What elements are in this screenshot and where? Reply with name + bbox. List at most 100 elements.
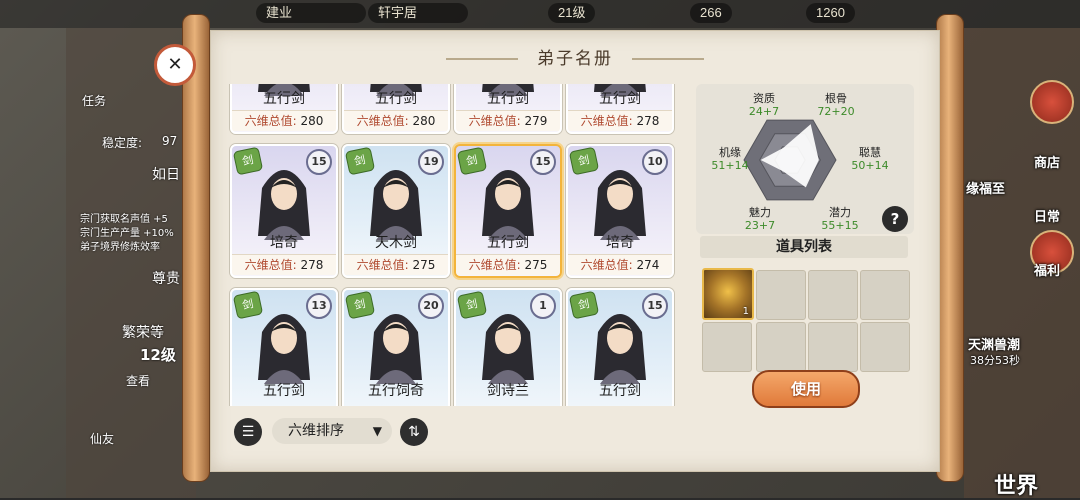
sect-desc-3: 弟子境界修炼效率 bbox=[80, 242, 160, 253]
stat-value-aptitude: 24+7 bbox=[749, 105, 779, 118]
sum-label: 六维总值: bbox=[244, 114, 297, 128]
item-count: 1 bbox=[742, 306, 749, 317]
disciple-portrait bbox=[258, 314, 310, 384]
item-slot-3[interactable] bbox=[808, 270, 858, 320]
disciple-portrait bbox=[594, 314, 646, 384]
disciple-level: 15 bbox=[306, 149, 332, 175]
sort-label: 六维排序 bbox=[288, 423, 344, 439]
use-button[interactable]: 使用 bbox=[752, 370, 860, 408]
disciple-card[interactable]: 剑 15 五行剑 bbox=[566, 288, 674, 406]
event-name[interactable]: 天渊兽潮 bbox=[968, 334, 1020, 353]
swap-order-icon[interactable]: ⇅ bbox=[400, 418, 428, 446]
disciple-name: 五行剑 bbox=[599, 91, 641, 107]
sum-label: 六维总值: bbox=[580, 258, 633, 272]
currency-b-chip: 1260 bbox=[806, 3, 855, 23]
disciple-card[interactable]: 剑 19 天木剑 六维总值: 275 bbox=[342, 144, 450, 278]
disciple-name: 五行饲奇 bbox=[368, 383, 424, 399]
stat-value-wisdom: 50+14 bbox=[851, 159, 888, 172]
task-label[interactable]: 任务 bbox=[82, 92, 106, 109]
item-slot-8[interactable] bbox=[860, 322, 910, 372]
honor-label: 尊贵 bbox=[152, 271, 180, 287]
disciple-portrait bbox=[258, 170, 310, 240]
radar-chart: 资质24+7 根骨72+20 聪慧50+14 潜力55+15 魅力23+7 机缘51+14 bbox=[711, 91, 888, 232]
sum-value: 280 bbox=[408, 114, 436, 128]
item-slot-5[interactable] bbox=[702, 322, 752, 372]
item-slot-4[interactable] bbox=[860, 270, 910, 320]
stat-label-wisdom: 聪慧 bbox=[859, 145, 881, 159]
item-slot-2[interactable] bbox=[756, 270, 806, 320]
disciple-name: 五行剑 bbox=[263, 383, 305, 399]
welfare-label[interactable]: 福利 bbox=[1034, 260, 1060, 279]
help-icon[interactable]: ? bbox=[882, 206, 908, 232]
sum-value: 278 bbox=[296, 258, 324, 272]
disciple-card[interactable]: 剑 1 剑诗兰 bbox=[454, 288, 562, 406]
list-toolbar: ☰ 六维排序 ▼ ⇅ bbox=[230, 416, 690, 448]
view-label[interactable]: 查看 bbox=[126, 372, 150, 389]
disciple-card[interactable]: 五行剑 六维总值: 280 bbox=[342, 84, 450, 134]
disciple-name: 五行剑 bbox=[487, 235, 529, 251]
panel-title: 弟子名册 bbox=[537, 49, 613, 69]
disciple-six-stat-sum: 六维总值: 280 bbox=[344, 110, 448, 131]
disciple-portrait bbox=[370, 170, 422, 240]
item-slot-1[interactable]: 1 bbox=[702, 268, 754, 320]
disciple-six-stat-sum: 六维总值: 275 bbox=[456, 254, 560, 275]
disciple-six-stat-sum: 六维总值: 278 bbox=[232, 254, 336, 275]
residence-chip[interactable]: 轩宇居 bbox=[368, 3, 468, 23]
sum-label: 六维总值: bbox=[244, 258, 297, 272]
disciple-card[interactable]: 剑 20 五行饲奇 bbox=[342, 288, 450, 406]
disciple-card[interactable]: 剑 10 培奇 六维总值: 274 bbox=[566, 144, 674, 278]
scroll-rod-right bbox=[936, 14, 964, 482]
close-icon[interactable]: ✕ bbox=[154, 44, 196, 86]
world-label[interactable]: 世界 bbox=[994, 468, 1038, 500]
item-slot-7[interactable] bbox=[808, 322, 858, 372]
disciple-card[interactable]: 五行剑 六维总值: 278 bbox=[566, 84, 674, 134]
list-filter-icon[interactable]: ☰ bbox=[234, 418, 262, 446]
stats-radar-panel: 资质 24+7 根骨 72+20 聪慧 50+14 潜力 55+15 魅力 23+7 机缘 51+14 bbox=[696, 84, 914, 234]
disciple-level: 19 bbox=[418, 149, 444, 175]
sum-value: 280 bbox=[296, 114, 324, 128]
disciple-six-stat-sum: 六维总值: 279 bbox=[456, 110, 560, 131]
daily-label[interactable]: 日常 bbox=[1034, 206, 1060, 225]
shop-icon[interactable] bbox=[1030, 80, 1074, 124]
disciple-six-stat-sum: 六维总值: 275 bbox=[344, 254, 448, 275]
sect-desc-2: 宗门生产产量 +10% bbox=[80, 228, 174, 239]
sort-dropdown[interactable]: 六维排序 ▼ bbox=[272, 418, 392, 444]
disciple-card[interactable]: 五行剑 六维总值: 280 bbox=[230, 84, 338, 134]
sect-desc-1: 宗门获取名声值 +5 bbox=[80, 214, 168, 225]
disciple-six-stat-sum: 六维总值: 274 bbox=[568, 254, 672, 275]
stat-value-root: 72+20 bbox=[817, 105, 854, 118]
sum-value: 274 bbox=[632, 258, 660, 272]
friend-label[interactable]: 仙友 bbox=[90, 430, 114, 447]
currency-a-chip: 266 bbox=[690, 3, 732, 23]
stability-label: 稳定度: bbox=[102, 136, 143, 150]
disciple-card[interactable]: 剑 13 五行剑 bbox=[230, 288, 338, 406]
prosperity-label: 繁荣等 bbox=[122, 325, 164, 341]
sum-value: 279 bbox=[520, 114, 548, 128]
sum-value: 278 bbox=[632, 114, 660, 128]
title-ornament-right bbox=[632, 58, 704, 60]
item-slot-6[interactable] bbox=[756, 322, 806, 372]
stat-value-potential: 55+15 bbox=[821, 219, 858, 232]
stat-value-charm: 23+7 bbox=[745, 219, 775, 232]
disciple-name: 五行剑 bbox=[487, 91, 529, 107]
disciple-name: 培奇 bbox=[606, 235, 634, 251]
disciple-portrait bbox=[594, 170, 646, 240]
location-chip[interactable]: 建业 bbox=[256, 3, 366, 23]
left-sidebar: 任务 稳定度: 97 如日 宗门获取名声值 +5 宗门生产产量 +10% 弟子境… bbox=[66, 28, 196, 498]
stat-value-fortune: 51+14 bbox=[711, 159, 748, 172]
chevron-down-icon: ▼ bbox=[372, 424, 382, 438]
disciple-card[interactable]: 剑 15 五行剑 六维总值: 275 bbox=[454, 144, 562, 278]
level-chip: 21级 bbox=[548, 3, 596, 23]
sum-label: 六维总值: bbox=[468, 114, 521, 128]
prosperity-level: 12级 bbox=[140, 346, 176, 364]
shop-label[interactable]: 商店 bbox=[1034, 152, 1060, 171]
top-resource-bar: 建业 轩宇居 21级 266 1260 bbox=[0, 0, 1080, 28]
fortune-label[interactable]: 缘福至 bbox=[966, 178, 1005, 197]
disciple-card[interactable]: 五行剑六维总值: 279 bbox=[454, 84, 562, 134]
disciple-level: 1 bbox=[530, 293, 556, 319]
disciple-level: 20 bbox=[418, 293, 444, 319]
stat-label-potential: 潜力 bbox=[829, 205, 851, 219]
disciple-card[interactable]: 剑 15 培奇 六维总值: 278 bbox=[230, 144, 338, 278]
disciple-portrait bbox=[370, 314, 422, 384]
disciple-grid[interactable]: 五行剑 六维总值: 280 五行剑 六维总值: 280 五行剑 六维总值: 279 五行剑六… bbox=[228, 84, 686, 406]
